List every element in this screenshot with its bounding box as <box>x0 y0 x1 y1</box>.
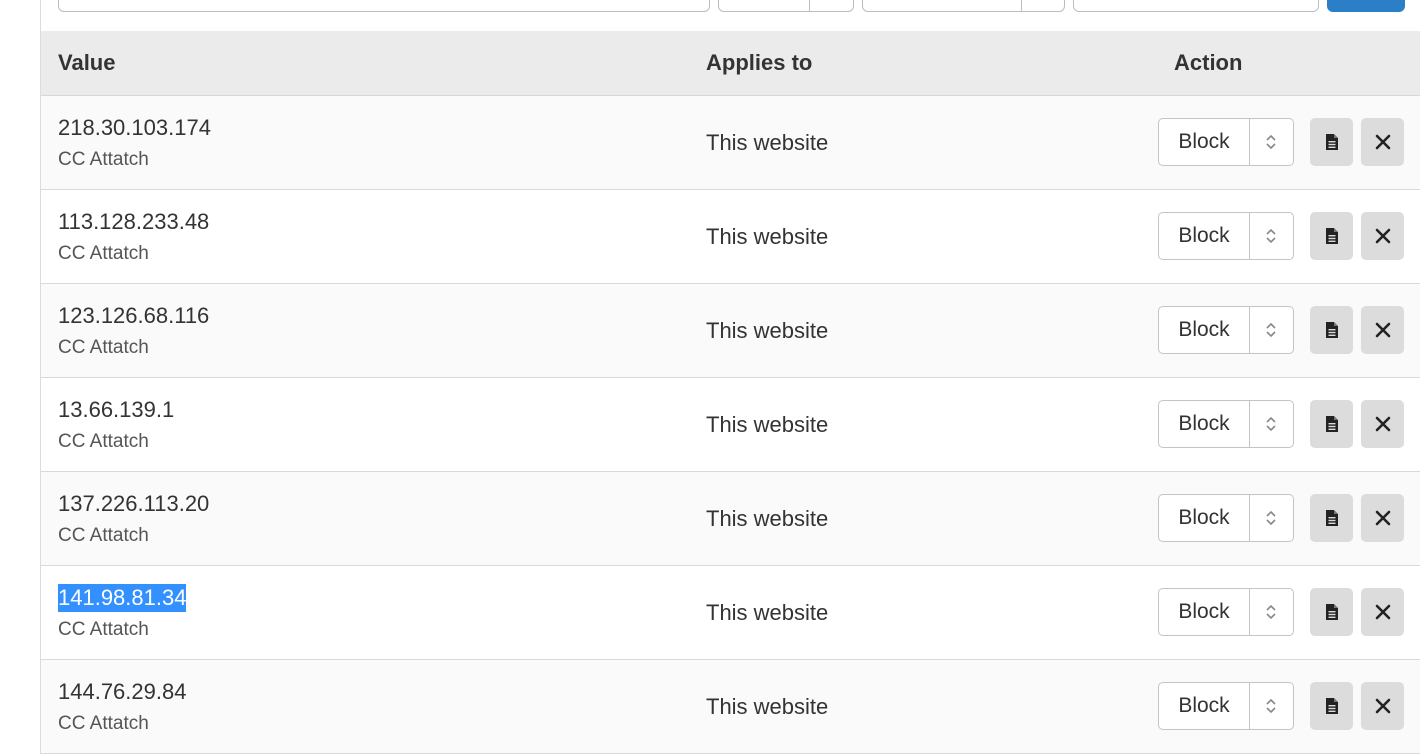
applies-to-value: This website <box>706 600 829 625</box>
action-select[interactable]: Block <box>1158 400 1294 448</box>
table-body: 218.30.103.174 CC Attatch This website B… <box>41 96 1420 754</box>
page: Value Applies to Action 218.30.103.174 C… <box>0 0 1420 754</box>
file-text-icon <box>1325 416 1338 432</box>
close-icon <box>1375 134 1390 150</box>
delete-rule-button[interactable] <box>1361 400 1404 448</box>
filter-select-1[interactable] <box>718 0 854 12</box>
action-select[interactable]: Block <box>1158 682 1294 730</box>
close-icon <box>1375 416 1390 432</box>
delete-rule-button[interactable] <box>1361 306 1404 354</box>
action-select-value: Block <box>1178 600 1230 623</box>
rule-note: CC Attatch <box>58 337 149 358</box>
action-select-value: Block <box>1178 694 1230 717</box>
sort-updown-icon[interactable] <box>1250 401 1293 447</box>
action-select-value: Block <box>1178 318 1230 341</box>
delete-rule-button[interactable] <box>1361 118 1404 166</box>
column-header-value: Value <box>58 50 116 75</box>
ip-value: 113.128.233.48 <box>58 209 210 234</box>
delete-rule-button[interactable] <box>1361 682 1404 730</box>
sort-updown-icon[interactable] <box>1250 213 1293 259</box>
table-row: 113.128.233.48 CC Attatch This website B… <box>41 190 1420 284</box>
table-header: Value Applies to Action <box>41 31 1420 96</box>
action-select-value: Block <box>1178 506 1230 529</box>
view-log-button[interactable] <box>1310 400 1353 448</box>
table-row: 123.126.68.116 CC Attatch This website B… <box>41 284 1420 378</box>
close-icon <box>1375 322 1390 338</box>
view-log-button[interactable] <box>1310 306 1353 354</box>
rule-note: CC Attatch <box>58 243 149 264</box>
sort-updown-icon[interactable] <box>1250 683 1293 729</box>
table-row: 137.226.113.20 CC Attatch This website B… <box>41 472 1420 566</box>
rule-note: CC Attatch <box>58 431 149 452</box>
rule-note: CC Attatch <box>58 619 149 640</box>
action-select-value: Block <box>1178 130 1230 153</box>
action-select-value: Block <box>1178 412 1230 435</box>
file-text-icon <box>1325 228 1338 244</box>
ip-value: 13.66.139.1 <box>58 397 175 422</box>
delete-rule-button[interactable] <box>1361 588 1404 636</box>
file-text-icon <box>1325 134 1338 150</box>
filter-submit-button[interactable] <box>1327 0 1405 12</box>
rule-note: CC Attatch <box>58 525 149 546</box>
rule-note: CC Attatch <box>58 149 149 170</box>
action-select[interactable]: Block <box>1158 306 1294 354</box>
rule-note: CC Attatch <box>58 713 149 734</box>
close-icon <box>1375 698 1390 714</box>
action-select[interactable]: Block <box>1158 588 1294 636</box>
close-icon <box>1375 510 1390 526</box>
close-icon <box>1375 604 1390 620</box>
applies-to-value: This website <box>706 506 829 531</box>
file-text-icon <box>1325 510 1338 526</box>
file-text-icon <box>1325 604 1338 620</box>
sort-updown-icon[interactable] <box>1250 589 1293 635</box>
filter-select-2[interactable] <box>862 0 1065 12</box>
applies-to-value: This website <box>706 130 829 155</box>
file-text-icon <box>1325 698 1338 714</box>
filter-toolbar <box>0 0 1420 30</box>
column-header-applies-to: Applies to <box>706 50 813 75</box>
action-select[interactable]: Block <box>1158 494 1294 542</box>
table-row: 218.30.103.174 CC Attatch This website B… <box>41 96 1420 190</box>
view-log-button[interactable] <box>1310 588 1353 636</box>
action-select[interactable]: Block <box>1158 212 1294 260</box>
ip-value: 144.76.29.84 <box>58 679 187 704</box>
action-select-value: Block <box>1178 224 1230 247</box>
view-log-button[interactable] <box>1310 212 1353 260</box>
applies-to-value: This website <box>706 318 829 343</box>
applies-to-value: This website <box>706 224 829 249</box>
delete-rule-button[interactable] <box>1361 212 1404 260</box>
close-icon <box>1375 228 1390 244</box>
applies-to-value: This website <box>706 412 829 437</box>
file-text-icon <box>1325 322 1338 338</box>
table-row: 13.66.139.1 CC Attatch This website Bloc… <box>41 378 1420 472</box>
ip-value: 141.98.81.34 <box>58 584 187 612</box>
applies-to-value: This website <box>706 694 829 719</box>
date-input[interactable] <box>1073 0 1319 12</box>
ip-value: 137.226.113.20 <box>58 491 210 516</box>
delete-rule-button[interactable] <box>1361 494 1404 542</box>
ip-value: 123.126.68.116 <box>58 303 210 328</box>
table-row: 141.98.81.34 CC Attatch This website Blo… <box>41 566 1420 660</box>
column-header-action: Action <box>1174 50 1243 75</box>
view-log-button[interactable] <box>1310 118 1353 166</box>
view-log-button[interactable] <box>1310 494 1353 542</box>
rules-table: Value Applies to Action 218.30.103.174 C… <box>41 31 1420 754</box>
action-select[interactable]: Block <box>1158 118 1294 166</box>
sort-updown-icon[interactable] <box>1250 495 1293 541</box>
table-row: 144.76.29.84 CC Attatch This website Blo… <box>41 660 1420 754</box>
search-input[interactable] <box>58 0 710 12</box>
sort-updown-icon[interactable] <box>1250 307 1293 353</box>
view-log-button[interactable] <box>1310 682 1353 730</box>
sort-updown-icon[interactable] <box>1250 119 1293 165</box>
ip-value: 218.30.103.174 <box>58 115 211 140</box>
